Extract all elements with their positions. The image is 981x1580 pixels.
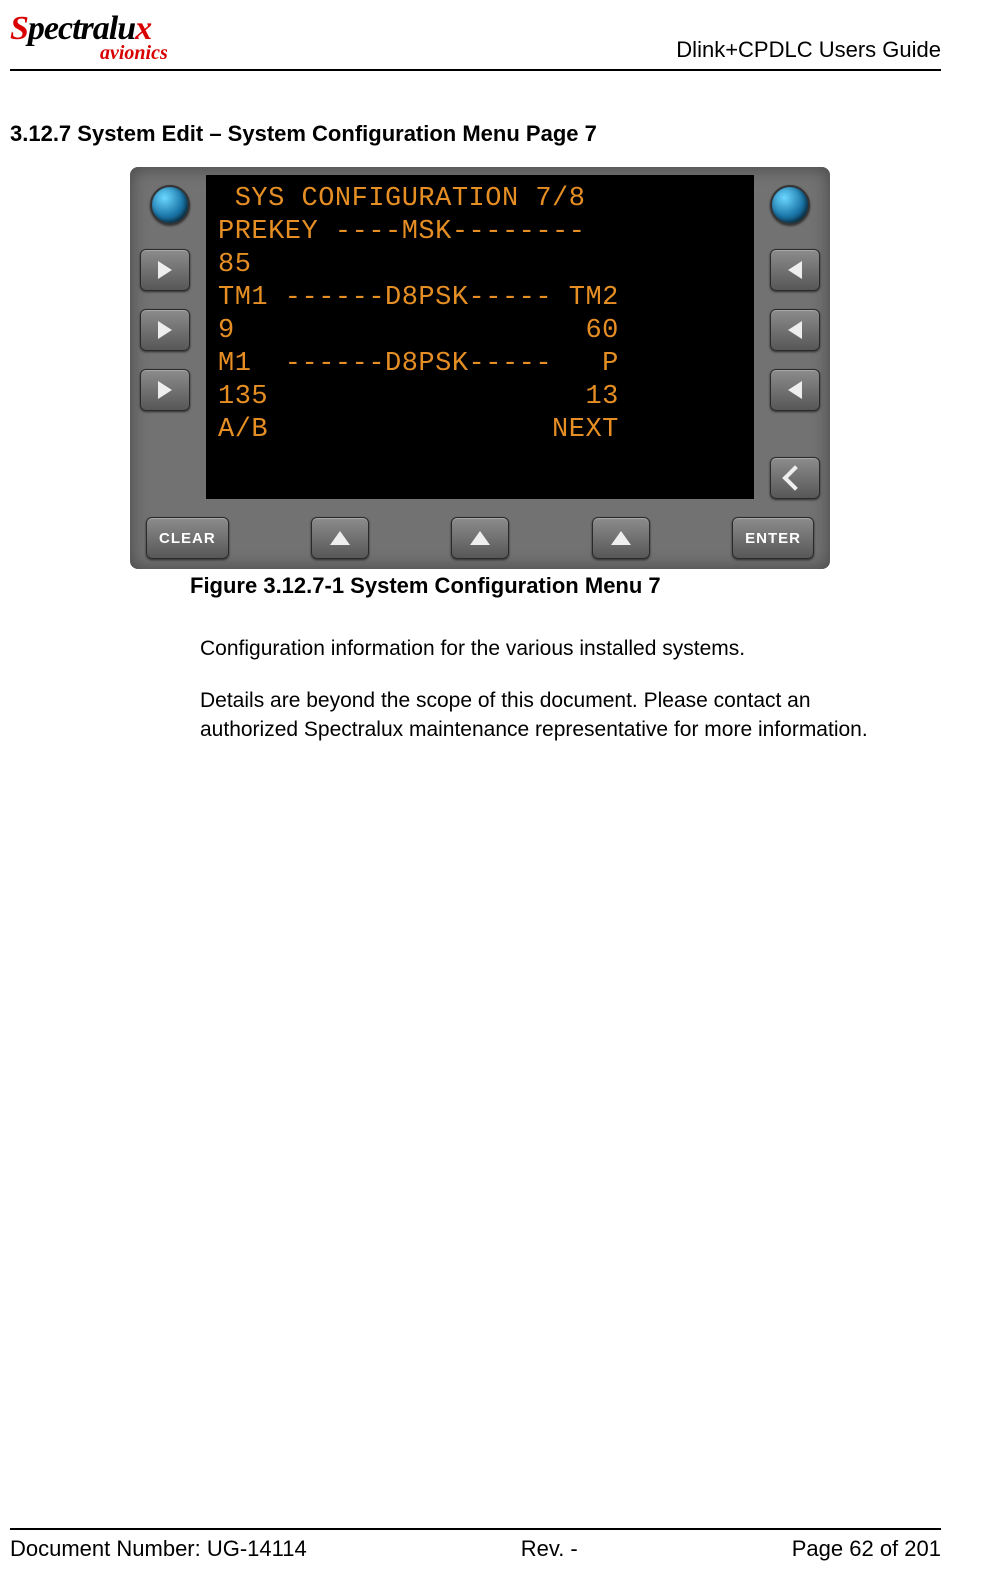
arrow-left-icon [788, 381, 802, 399]
brightness-knob-left[interactable] [150, 185, 190, 225]
page-number: Page 62 of 201 [792, 1536, 941, 1562]
chevron-left-icon [782, 465, 807, 490]
scroll-up-3[interactable] [592, 517, 650, 559]
paragraph-2: Details are beyond the scope of this doc… [200, 687, 880, 744]
page-footer: Document Number: UG-14114 Rev. - Page 62… [10, 1528, 941, 1562]
arrow-up-icon [611, 531, 631, 545]
screen-line-3: 85 [218, 249, 742, 282]
lsk-2[interactable] [140, 309, 190, 351]
display-screen: SYS CONFIGURATION 7/8PREKEY ----MSK-----… [206, 175, 754, 499]
clear-button[interactable]: CLEAR [146, 517, 229, 559]
paragraph-1: Configuration information for the variou… [200, 635, 880, 663]
scroll-up-2[interactable] [451, 517, 509, 559]
lsk-1[interactable] [140, 249, 190, 291]
logo: Spectralux avionics [10, 10, 168, 65]
scroll-up-1[interactable] [311, 517, 369, 559]
arrow-right-icon [158, 261, 172, 279]
device-panel: SYS CONFIGURATION 7/8PREKEY ----MSK-----… [130, 167, 830, 569]
screen-line-1: SYS CONFIGURATION 7/8 [218, 183, 742, 216]
left-softkey-column [140, 175, 200, 499]
body-text: Configuration information for the variou… [200, 635, 880, 744]
rsk-back[interactable] [770, 457, 820, 499]
revision: Rev. - [521, 1536, 578, 1562]
enter-button[interactable]: ENTER [732, 517, 814, 559]
rsk-2[interactable] [770, 309, 820, 351]
arrow-up-icon [470, 531, 490, 545]
logo-letter: S [10, 10, 28, 47]
page-header: Spectralux avionics Dlink+CPDLC Users Gu… [10, 10, 941, 71]
section-heading: 3.12.7 System Edit – System Configuratio… [10, 121, 941, 147]
arrow-up-icon [330, 531, 350, 545]
rsk-1[interactable] [770, 249, 820, 291]
arrow-left-icon [788, 321, 802, 339]
rsk-3[interactable] [770, 369, 820, 411]
screen-line-2: PREKEY ----MSK-------- [218, 216, 742, 249]
screen-line-7: 135 13 [218, 381, 742, 414]
screen-line-4: TM1 ------D8PSK----- TM2 [218, 282, 742, 315]
right-softkey-column [760, 175, 820, 499]
arrow-left-icon [788, 261, 802, 279]
screen-line-9: A/B NEXT [218, 414, 742, 447]
figure-caption: Figure 3.12.7-1 System Configuration Men… [190, 573, 941, 599]
doc-number: Document Number: UG-14114 [10, 1536, 307, 1562]
arrow-right-icon [158, 321, 172, 339]
screen-line-5: 9 60 [218, 315, 742, 348]
brightness-knob-right[interactable] [770, 185, 810, 225]
bottom-button-row: CLEAR ENTER [140, 517, 820, 559]
screen-line-6: M1 ------D8PSK----- P [218, 348, 742, 381]
document-title: Dlink+CPDLC Users Guide [676, 37, 941, 65]
lsk-3[interactable] [140, 369, 190, 411]
arrow-right-icon [158, 381, 172, 399]
